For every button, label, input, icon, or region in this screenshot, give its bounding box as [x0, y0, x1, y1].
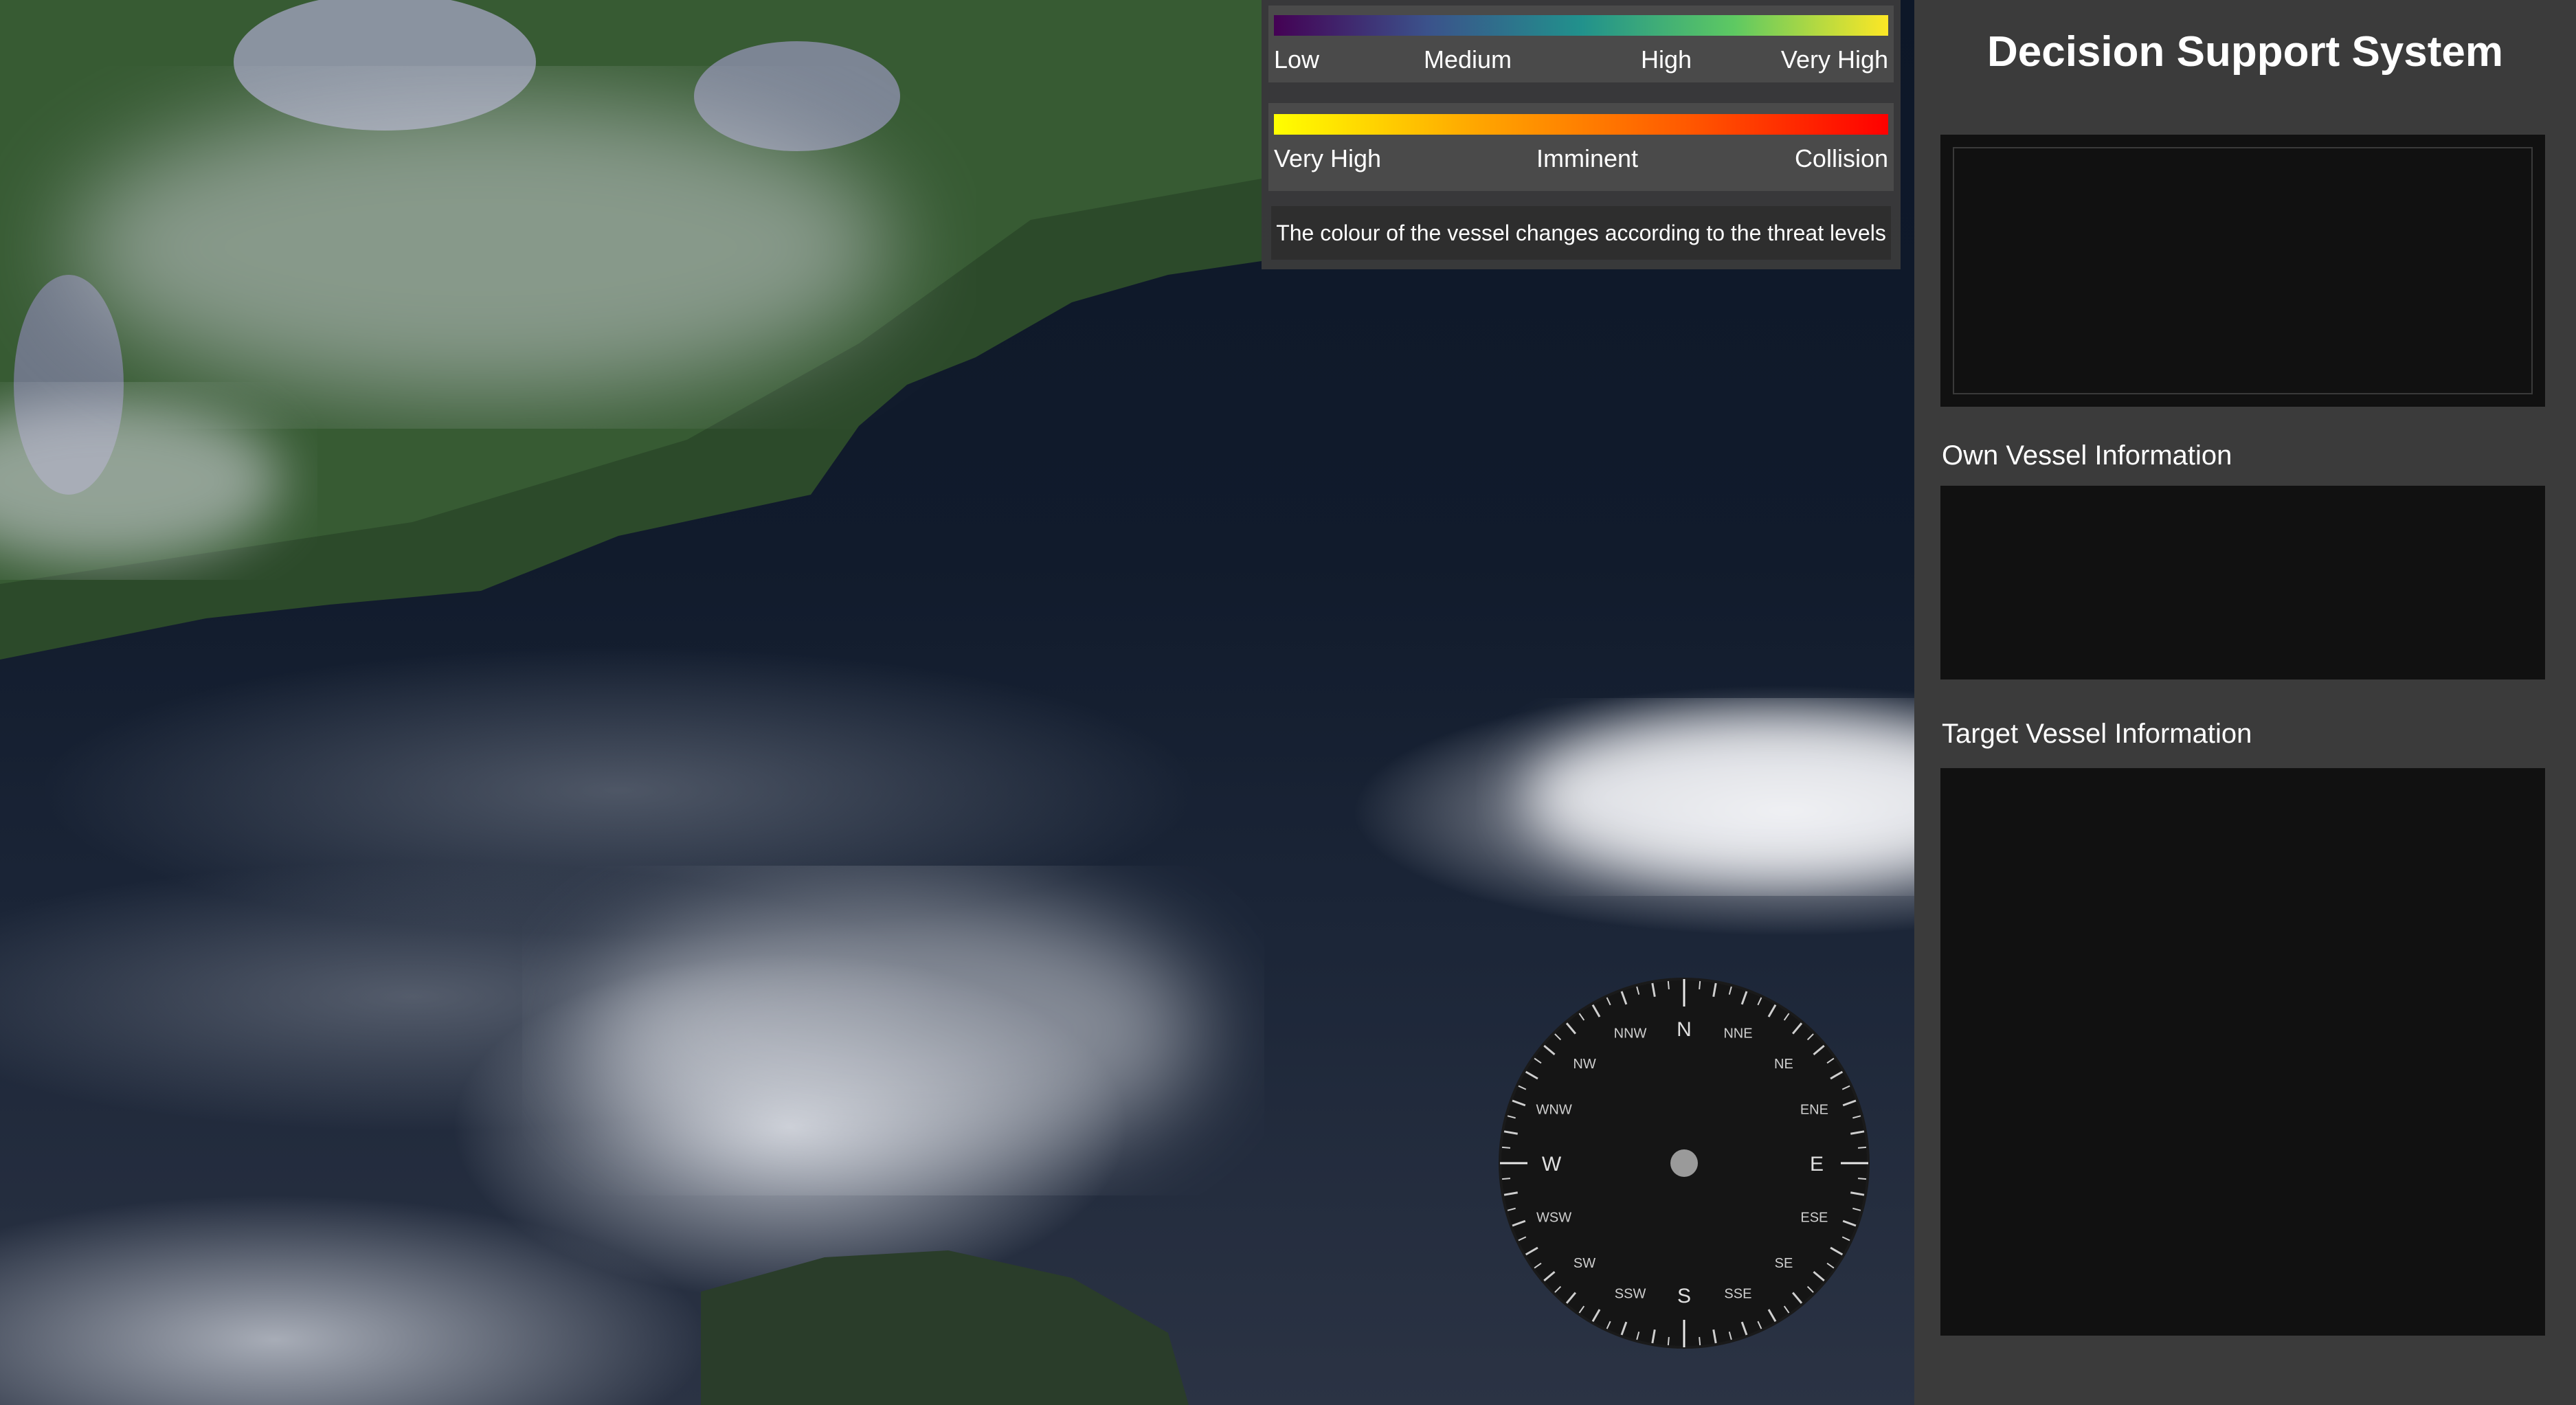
decision-support-panel: Decision Support System Own Vessel Infor… — [1914, 0, 2576, 1405]
threat-label-collision: Collision — [1794, 144, 1888, 172]
compass-label-wsw: WSW — [1536, 1210, 1571, 1225]
compass-label-wnw: WNW — [1536, 1103, 1572, 1118]
compass-label-e: E — [1810, 1153, 1824, 1176]
threat-label-imminent: Imminent — [1536, 144, 1639, 172]
compass-label-sse: SSE — [1724, 1286, 1751, 1301]
risk-label-low: Low — [1274, 45, 1320, 74]
threat-color-bar — [1274, 114, 1888, 135]
compass-tick — [1667, 980, 1670, 990]
target-vessel-info-box — [1940, 768, 2545, 1336]
summary-box — [1940, 135, 2545, 407]
compass-tick — [1699, 980, 1701, 990]
own-vessel-info-box — [1940, 486, 2545, 679]
compass-label-w: W — [1542, 1153, 1562, 1176]
risk-label-very-high: Very High — [1780, 45, 1888, 74]
compass-label-se: SE — [1775, 1256, 1793, 1271]
compass-tick — [1857, 1146, 1867, 1149]
compass-label-nnw: NNW — [1614, 1026, 1647, 1042]
compass-tick — [1667, 1336, 1670, 1346]
compass-rose: N E S W NNE NE ENE ESE SE SSE SSW SW WSW WNW NW NNW — [1497, 976, 1872, 1351]
risk-color-bar — [1274, 15, 1888, 36]
compass-label-sw: SW — [1573, 1256, 1595, 1271]
compass-label-ese: ESE — [1800, 1210, 1828, 1225]
panel-title: Decision Support System — [1986, 28, 2504, 76]
compass-dial: N E S W NNE NE ENE ESE SE SSE SSW SW WSW WNW NW NNW — [1499, 978, 1870, 1349]
threat-level-scale: Very High Imminent Collision — [1268, 103, 1894, 191]
compass-label-ne: NE — [1774, 1057, 1793, 1072]
target-vessel-label: Target Vessel Information — [1942, 719, 2252, 749]
compass-tick — [1699, 1336, 1701, 1346]
own-vessel-label: Own Vessel Information — [1942, 440, 2232, 471]
legend-note: The colour of the vessel changes accordi… — [1271, 206, 1891, 260]
risk-label-medium: Medium — [1424, 45, 1512, 74]
compass-label-ene: ENE — [1800, 1103, 1828, 1118]
risk-level-scale: Low Medium High Very High — [1268, 5, 1894, 82]
compass-label-nw: NW — [1573, 1057, 1595, 1072]
compass-center-dot — [1670, 1149, 1698, 1177]
risk-label-high: High — [1641, 45, 1692, 74]
compass-tick — [1857, 1178, 1867, 1180]
compass-label-n: N — [1677, 1018, 1692, 1041]
summary-inner-frame — [1953, 147, 2533, 394]
compass-label-s: S — [1677, 1285, 1691, 1307]
compass-label-nne: NNE — [1723, 1026, 1752, 1042]
compass-tick — [1501, 1146, 1511, 1149]
compass-label-ssw: SSW — [1615, 1286, 1646, 1301]
compass-tick — [1501, 1178, 1511, 1180]
threat-label-very-high: Very High — [1274, 144, 1382, 172]
threat-legend: Low Medium High Very High Very High Immi… — [1262, 0, 1901, 269]
